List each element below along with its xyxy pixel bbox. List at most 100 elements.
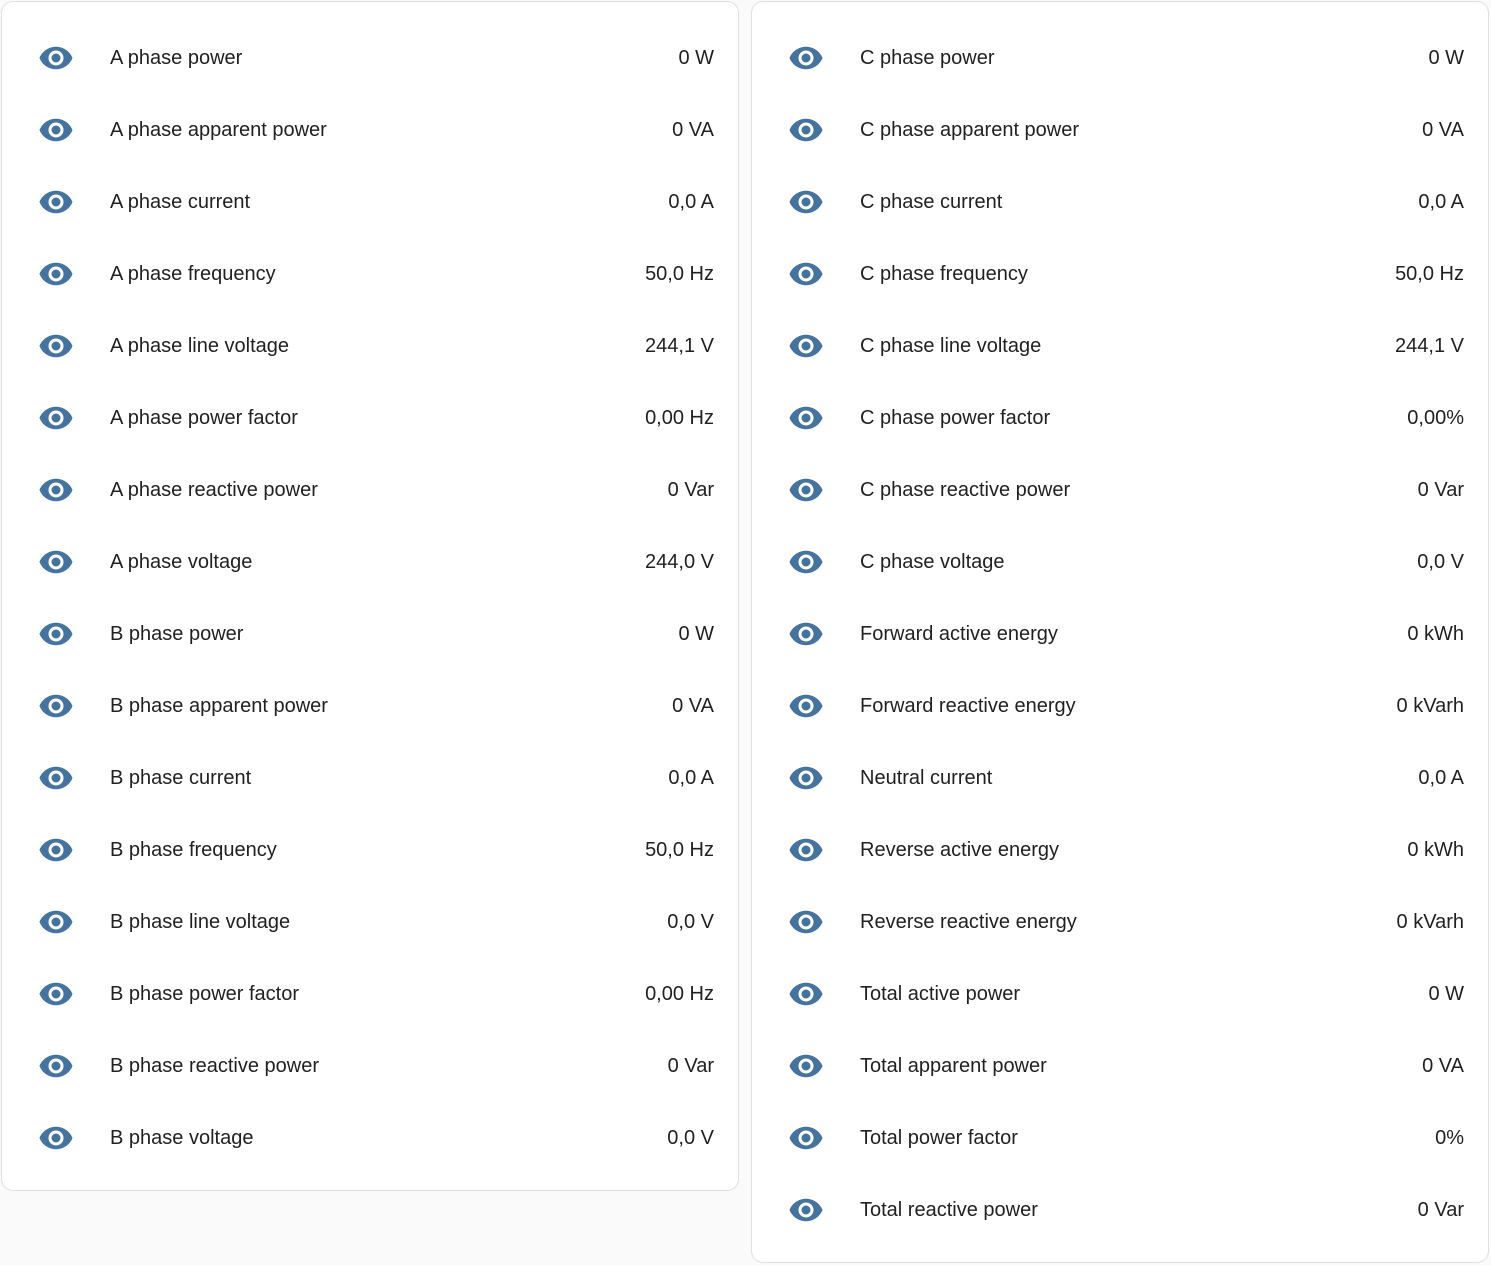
entity-row-c-phase-power[interactable]: C phase power 0 W <box>752 22 1488 94</box>
eye-icon[interactable] <box>38 976 74 1012</box>
entity-name[interactable]: B phase power <box>110 598 243 670</box>
entity-row-c-phase-power-factor[interactable]: C phase power factor 0,00% <box>752 382 1488 454</box>
eye-icon[interactable] <box>38 40 74 76</box>
entity-row-a-phase-power-factor[interactable]: A phase power factor 0,00 Hz <box>2 382 738 454</box>
entity-row-c-phase-apparent-power[interactable]: C phase apparent power 0 VA <box>752 94 1488 166</box>
entity-name[interactable]: A phase voltage <box>110 526 252 598</box>
eye-icon[interactable] <box>788 616 824 652</box>
entity-name[interactable]: B phase apparent power <box>110 670 328 742</box>
eye-icon[interactable] <box>788 1192 824 1228</box>
entity-row-b-phase-reactive-power[interactable]: B phase reactive power 0 Var <box>2 1030 738 1102</box>
entity-name[interactable]: A phase power factor <box>110 382 298 454</box>
eye-icon[interactable] <box>788 1048 824 1084</box>
eye-icon[interactable] <box>788 760 824 796</box>
entity-name[interactable]: Neutral current <box>860 742 992 814</box>
entity-row-forward-active-energy[interactable]: Forward active energy 0 kWh <box>752 598 1488 670</box>
eye-icon[interactable] <box>38 616 74 652</box>
eye-icon[interactable] <box>38 832 74 868</box>
entity-row-a-phase-voltage[interactable]: A phase voltage 244,0 V <box>2 526 738 598</box>
entity-name[interactable]: C phase current <box>860 166 1002 238</box>
entity-name[interactable]: B phase frequency <box>110 814 277 886</box>
eye-icon[interactable] <box>788 976 824 1012</box>
entity-name[interactable]: C phase voltage <box>860 526 1005 598</box>
entity-row-c-phase-line-voltage[interactable]: C phase line voltage 244,1 V <box>752 310 1488 382</box>
entity-state: 0 Var <box>1417 479 1464 501</box>
entity-row-a-phase-line-voltage[interactable]: A phase line voltage 244,1 V <box>2 310 738 382</box>
entity-name[interactable]: C phase power <box>860 22 995 94</box>
eye-icon[interactable] <box>38 544 74 580</box>
eye-icon[interactable] <box>38 400 74 436</box>
entity-row-c-phase-voltage[interactable]: C phase voltage 0,0 V <box>752 526 1488 598</box>
eye-icon[interactable] <box>38 184 74 220</box>
entity-row-total-reactive-power[interactable]: Total reactive power 0 Var <box>752 1174 1488 1246</box>
entity-row-b-phase-frequency[interactable]: B phase frequency 50,0 Hz <box>2 814 738 886</box>
entity-name[interactable]: B phase voltage <box>110 1102 253 1174</box>
entity-name[interactable]: Reverse reactive energy <box>860 886 1077 958</box>
entity-row-reverse-active-energy[interactable]: Reverse active energy 0 kWh <box>752 814 1488 886</box>
entity-row-a-phase-power[interactable]: A phase power 0 W <box>2 22 738 94</box>
entity-row-forward-reactive-energy[interactable]: Forward reactive energy 0 kVarh <box>752 670 1488 742</box>
eye-icon[interactable] <box>788 400 824 436</box>
entity-name[interactable]: C phase frequency <box>860 238 1028 310</box>
entity-row-total-power-factor[interactable]: Total power factor 0% <box>752 1102 1488 1174</box>
entity-row-a-phase-current[interactable]: A phase current 0,0 A <box>2 166 738 238</box>
entity-row-b-phase-current[interactable]: B phase current 0,0 A <box>2 742 738 814</box>
entity-row-c-phase-reactive-power[interactable]: C phase reactive power 0 Var <box>752 454 1488 526</box>
eye-icon[interactable] <box>38 328 74 364</box>
entity-name[interactable]: Forward reactive energy <box>860 670 1076 742</box>
entity-row-b-phase-line-voltage[interactable]: B phase line voltage 0,0 V <box>2 886 738 958</box>
eye-icon[interactable] <box>38 256 74 292</box>
entity-row-b-phase-power[interactable]: B phase power 0 W <box>2 598 738 670</box>
eye-icon[interactable] <box>38 904 74 940</box>
eye-icon[interactable] <box>788 904 824 940</box>
eye-icon[interactable] <box>38 1048 74 1084</box>
entity-row-neutral-current[interactable]: Neutral current 0,0 A <box>752 742 1488 814</box>
entity-row-c-phase-frequency[interactable]: C phase frequency 50,0 Hz <box>752 238 1488 310</box>
entity-row-b-phase-voltage[interactable]: B phase voltage 0,0 V <box>2 1102 738 1174</box>
entity-name[interactable]: A phase line voltage <box>110 310 289 382</box>
eye-icon[interactable] <box>788 40 824 76</box>
entity-row-a-phase-apparent-power[interactable]: A phase apparent power 0 VA <box>2 94 738 166</box>
entity-name[interactable]: A phase frequency <box>110 238 276 310</box>
entity-row-total-apparent-power[interactable]: Total apparent power 0 VA <box>752 1030 1488 1102</box>
entity-name[interactable]: A phase power <box>110 22 242 94</box>
entity-name[interactable]: Total reactive power <box>860 1174 1038 1246</box>
entity-name[interactable]: C phase power factor <box>860 382 1050 454</box>
eye-icon[interactable] <box>788 688 824 724</box>
entity-row-total-active-power[interactable]: Total active power 0 W <box>752 958 1488 1030</box>
eye-icon[interactable] <box>38 112 74 148</box>
eye-icon[interactable] <box>38 760 74 796</box>
entity-name[interactable]: C phase line voltage <box>860 310 1041 382</box>
entity-name[interactable]: Forward active energy <box>860 598 1058 670</box>
eye-icon[interactable] <box>788 832 824 868</box>
entity-row-b-phase-power-factor[interactable]: B phase power factor 0,00 Hz <box>2 958 738 1030</box>
entity-name[interactable]: Total active power <box>860 958 1020 1030</box>
entity-name[interactable]: Total power factor <box>860 1102 1018 1174</box>
entity-row-reverse-reactive-energy[interactable]: Reverse reactive energy 0 kVarh <box>752 886 1488 958</box>
entity-row-a-phase-frequency[interactable]: A phase frequency 50,0 Hz <box>2 238 738 310</box>
eye-icon[interactable] <box>38 472 74 508</box>
entity-row-c-phase-current[interactable]: C phase current 0,0 A <box>752 166 1488 238</box>
eye-icon[interactable] <box>788 544 824 580</box>
entity-name[interactable]: C phase apparent power <box>860 94 1079 166</box>
entity-name[interactable]: A phase apparent power <box>110 94 327 166</box>
entity-name[interactable]: A phase current <box>110 166 250 238</box>
eye-icon[interactable] <box>788 328 824 364</box>
entity-name[interactable]: A phase reactive power <box>110 454 318 526</box>
entity-name[interactable]: B phase power factor <box>110 958 299 1030</box>
entity-name[interactable]: B phase line voltage <box>110 886 290 958</box>
entity-name[interactable]: C phase reactive power <box>860 454 1070 526</box>
eye-icon[interactable] <box>788 256 824 292</box>
eye-icon[interactable] <box>788 1120 824 1156</box>
entity-name[interactable]: Total apparent power <box>860 1030 1047 1102</box>
entity-name[interactable]: B phase current <box>110 742 251 814</box>
eye-icon[interactable] <box>38 1120 74 1156</box>
entity-row-a-phase-reactive-power[interactable]: A phase reactive power 0 Var <box>2 454 738 526</box>
eye-icon[interactable] <box>788 112 824 148</box>
eye-icon[interactable] <box>788 472 824 508</box>
eye-icon[interactable] <box>788 184 824 220</box>
entity-name[interactable]: Reverse active energy <box>860 814 1059 886</box>
eye-icon[interactable] <box>38 688 74 724</box>
entity-name[interactable]: B phase reactive power <box>110 1030 319 1102</box>
entity-row-b-phase-apparent-power[interactable]: B phase apparent power 0 VA <box>2 670 738 742</box>
